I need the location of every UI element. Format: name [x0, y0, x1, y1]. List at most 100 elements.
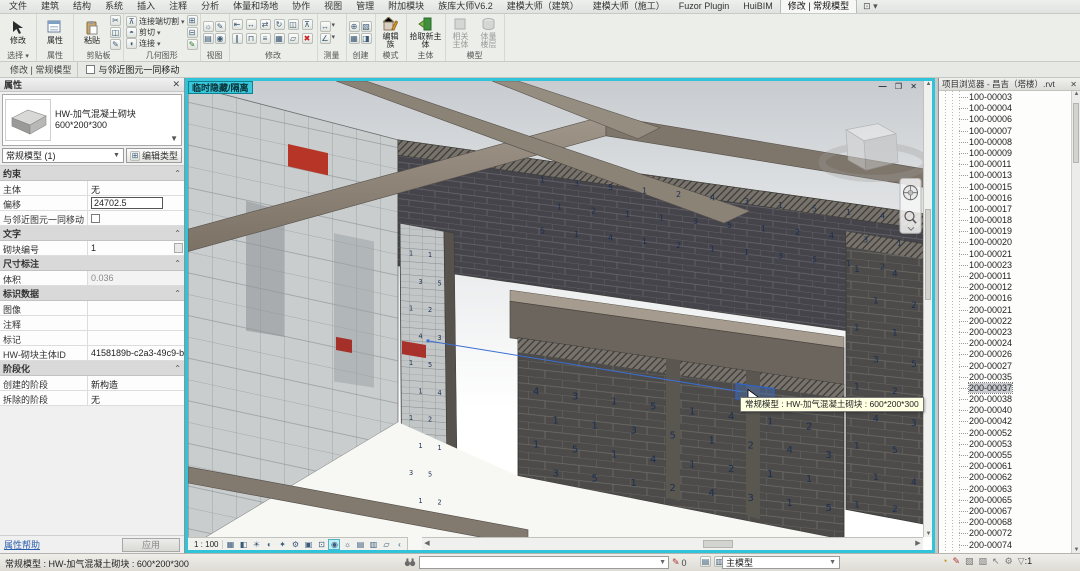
associate-param-button[interactable] [174, 243, 183, 253]
split-icon[interactable]: ≡ [260, 33, 271, 44]
reveal-constraints-icon[interactable]: ▱ [380, 539, 392, 550]
collapse-icon[interactable]: ⌃ [174, 229, 181, 238]
property-value[interactable]: 4158189b-c2a3-49c9-b... [88, 346, 184, 360]
property-value[interactable] [88, 211, 184, 225]
ribbon-tab[interactable]: 体量和场地 [226, 0, 285, 13]
linework-icon[interactable]: ✎ [215, 21, 226, 32]
browser-item[interactable]: 100-00017 [939, 204, 1070, 215]
ribbon-tab[interactable]: 视图 [317, 0, 349, 13]
property-section-header[interactable]: 阶段化⌃ [0, 361, 184, 376]
close-icon[interactable]: ✕ [172, 79, 180, 90]
mirror-icon[interactable]: ◫ [288, 19, 299, 30]
project-browser-title-bar[interactable]: 项目浏览器 - 昌吉（塔楼）.rvt ✕ [939, 78, 1080, 91]
browser-item[interactable]: 100-00023 [939, 260, 1070, 271]
apply-button[interactable]: 应用 [122, 538, 180, 552]
browser-item[interactable]: 200-00065 [939, 495, 1070, 506]
property-value[interactable]: 0.036 [88, 271, 184, 285]
horizontal-scroll-thumb[interactable] [703, 540, 733, 548]
temporary-hide-isolate-icon[interactable]: ◉ [328, 539, 340, 550]
browser-item[interactable]: 100-00011 [939, 159, 1070, 170]
displace-icon[interactable]: ◉ [215, 33, 226, 44]
ribbon-tab[interactable]: 族库大师V6.2 [431, 0, 500, 13]
scale-icon[interactable]: ▱ [288, 33, 299, 44]
ribbon-tab[interactable]: 插入 [130, 0, 162, 13]
instance-filter-dropdown[interactable]: 常规模型 (1)▼ [2, 148, 124, 163]
panel-caption-mode[interactable]: 模式 [378, 50, 404, 61]
browser-item[interactable]: 100-00007 [939, 126, 1070, 137]
scroll-up-arrow[interactable]: ▲ [924, 81, 932, 87]
property-section-header[interactable]: 文字⌃ [0, 226, 184, 241]
ribbon-tab[interactable]: 管理 [349, 0, 381, 13]
panel-caption-view[interactable]: 视图 [203, 50, 227, 61]
editing-requests-indicator[interactable]: ✎0 [672, 557, 687, 568]
browser-item[interactable]: 200-00021 [939, 305, 1070, 316]
browser-item[interactable]: 100-00021 [939, 249, 1070, 260]
create-parts-icon[interactable]: ▦ [349, 33, 360, 44]
property-value[interactable]: 无 [88, 391, 184, 405]
browser-item[interactable]: 200-00037 [939, 383, 1070, 394]
panel-caption-properties[interactable]: 属性 [39, 50, 71, 61]
ribbon-tab[interactable]: 建筑 [34, 0, 66, 13]
ribbon-tab[interactable]: Fuzor Plugin [672, 0, 737, 13]
copy-icon[interactable]: ⇄ [260, 19, 271, 30]
view-window[interactable]: 1351243151412113512431514121135124315141… [185, 78, 935, 553]
paint-icon[interactable]: ✎ [187, 39, 198, 50]
ribbon-tab[interactable]: 建模大师（建筑） [500, 0, 586, 13]
reveal-hidden-elements-icon[interactable]: ☼ [341, 539, 353, 550]
browser-scrollbar[interactable]: ▲ ▼ [1071, 91, 1080, 553]
panel-caption-geometry[interactable]: 几何图形 [126, 50, 198, 61]
browser-item[interactable]: 200-00035 [939, 372, 1070, 383]
browser-item[interactable]: 100-00018 [939, 215, 1070, 226]
property-checkbox[interactable] [91, 214, 100, 223]
property-value[interactable]: 1 [88, 241, 184, 255]
edit-family-button[interactable]: 编辑族 [378, 16, 404, 50]
property-value[interactable]: 24702.5 [88, 196, 184, 210]
move-with-nearby-checkbox[interactable] [86, 65, 95, 74]
move-icon[interactable]: ↔ [246, 19, 257, 30]
browser-item[interactable]: 100-00019 [939, 226, 1070, 237]
move-with-nearby-option[interactable]: 与邻近图元一同移动 [86, 63, 179, 76]
scroll-left-arrow[interactable]: ◀ [422, 538, 432, 550]
property-section-header[interactable]: 约束⌃ [0, 166, 184, 181]
pick-new-host-button[interactable]: 拾取新主体 [409, 16, 443, 50]
vertical-scroll-thumb[interactable] [925, 209, 931, 300]
browser-item[interactable]: 200-00055 [939, 450, 1070, 461]
steering-wheel-icon[interactable] [904, 186, 918, 200]
browser-item[interactable]: 100-00016 [939, 193, 1070, 204]
align-icon[interactable]: ⇤ [232, 19, 243, 30]
active-option-only-icon[interactable]: ▨ [979, 556, 988, 567]
array-icon[interactable]: ▦ [274, 33, 285, 44]
navigation-bar[interactable] [900, 178, 921, 233]
cut-geometry-button[interactable]: ◓剪切▾ [126, 27, 185, 38]
visual-style-icon[interactable]: ◧ [237, 539, 249, 550]
close-icon[interactable]: ✕ [1070, 80, 1077, 89]
browser-item[interactable]: 200-00068 [939, 517, 1070, 528]
create-group-icon[interactable]: ⊕ [349, 21, 360, 32]
browser-item[interactable]: 200-00038 [939, 394, 1070, 405]
copy-icon[interactable]: ◫ [110, 27, 121, 38]
browser-item[interactable]: 100-00009 [939, 148, 1070, 159]
panel-caption-select[interactable]: 选择 ▾ [2, 50, 34, 61]
browser-item[interactable]: 100-00015 [939, 182, 1070, 193]
panel-caption-model[interactable]: 模型 [448, 50, 502, 61]
ribbon-tab[interactable]: 文件 [2, 0, 34, 13]
view-window-controls[interactable]: — ❐ ✕ [879, 82, 920, 91]
horizontal-scrollbar[interactable]: ◀ ▶ [422, 537, 923, 550]
show-analytical-model-icon[interactable]: ▥ [367, 539, 379, 550]
properties-toggle-icon[interactable]: ▤ [700, 556, 711, 567]
browser-item[interactable]: 200-00022 [939, 316, 1070, 327]
property-value[interactable]: 无 [88, 181, 184, 195]
browser-scroll-thumb[interactable] [1073, 103, 1079, 163]
active-design-option-dropdown[interactable]: 主模型▼ [722, 556, 840, 569]
browser-item[interactable]: 200-00072 [939, 528, 1070, 539]
measure-icon[interactable]: ↔ [320, 21, 331, 32]
ribbon-tab[interactable]: 附加模块 [381, 0, 431, 13]
browser-item[interactable]: 200-00011 [939, 271, 1070, 282]
property-value[interactable] [88, 331, 184, 345]
dimension-icon[interactable]: ∠ [320, 33, 331, 44]
design-options-icon[interactable]: ▧ [965, 556, 974, 567]
type-selector[interactable]: HW-加气混凝土砌块 600*200*300 ▼ [2, 94, 182, 146]
browser-item[interactable]: 200-00016 [939, 293, 1070, 304]
press-drag-select-icon[interactable]: ↖ [992, 556, 1000, 567]
hidden-lines-icon[interactable]: ▤ [203, 33, 214, 44]
